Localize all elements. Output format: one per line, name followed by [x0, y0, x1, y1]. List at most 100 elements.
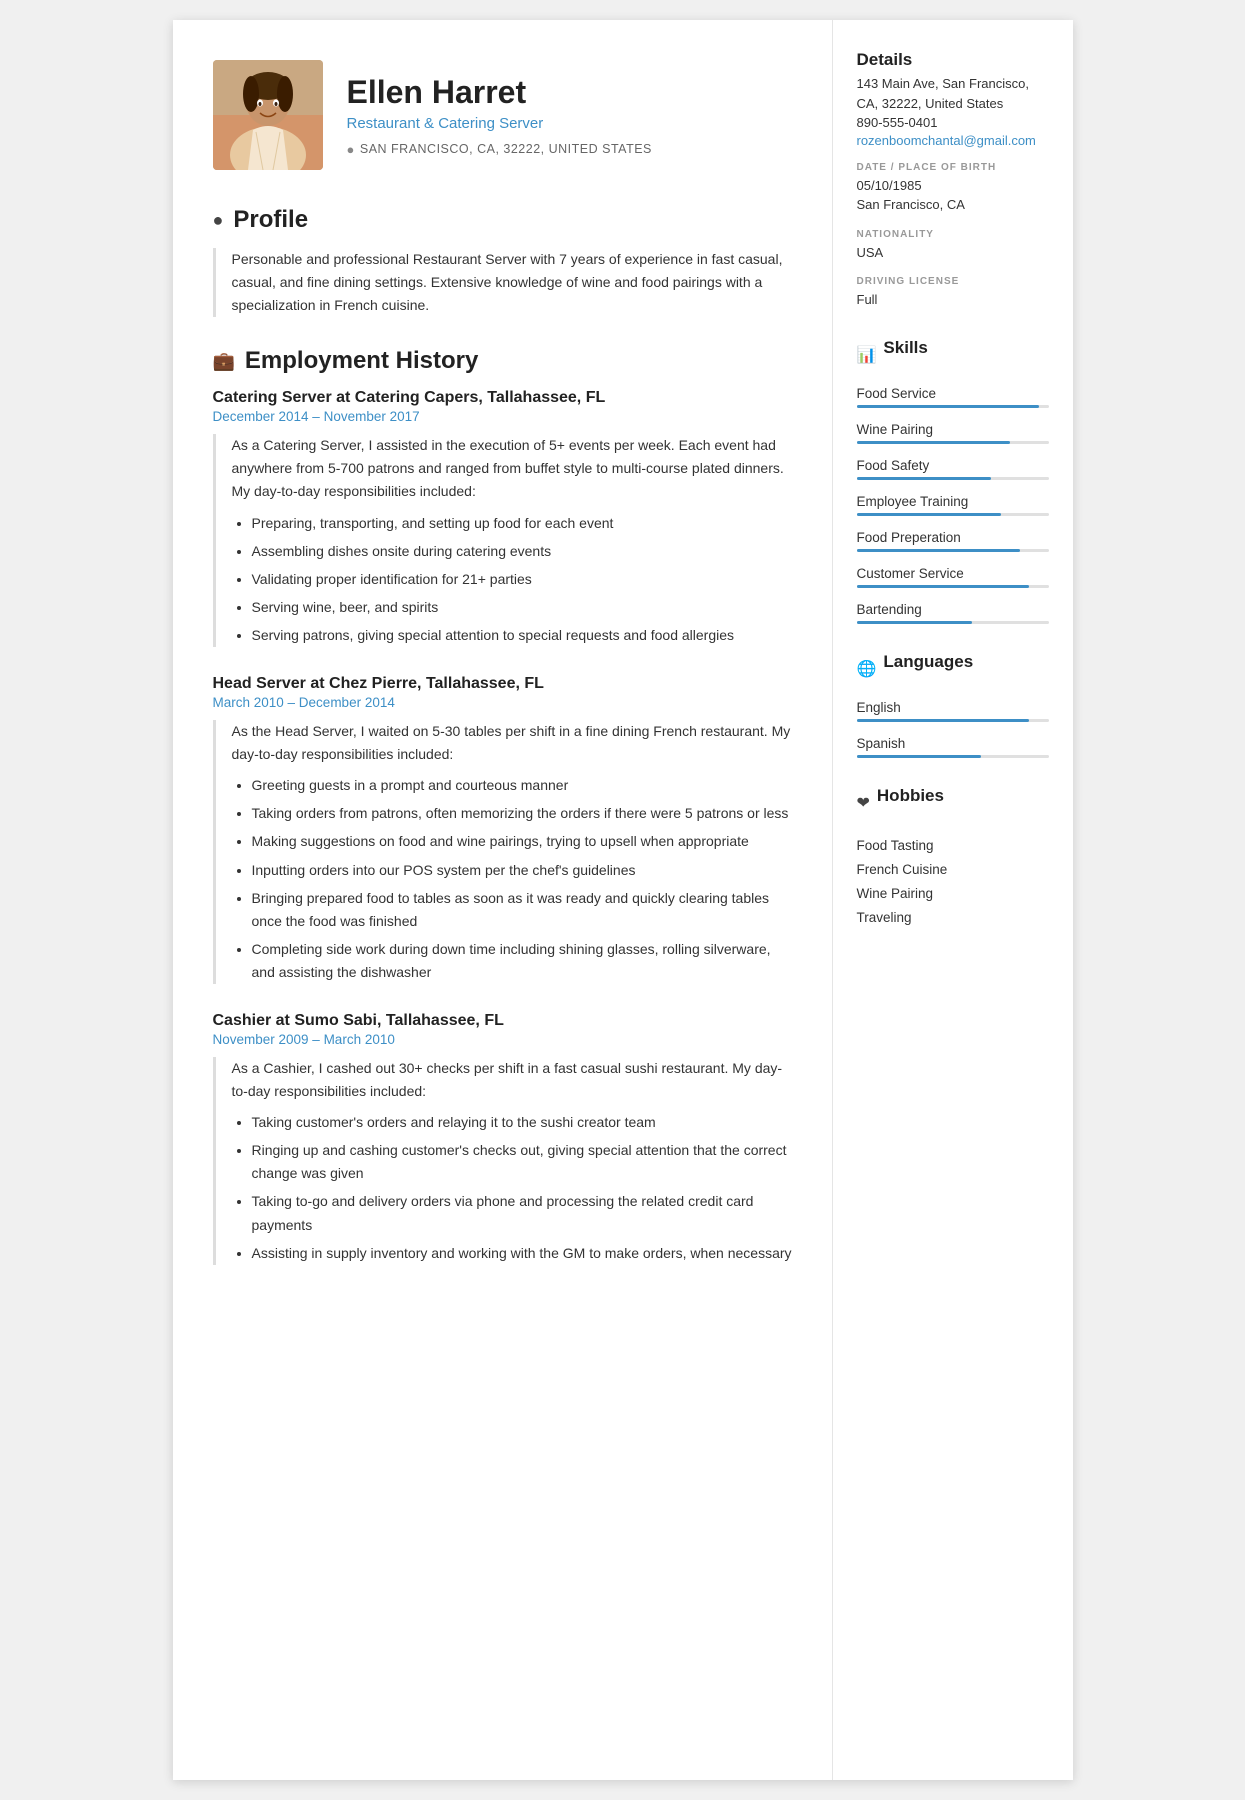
skill-name-1: Wine Pairing	[857, 422, 1049, 437]
job-bullet-2-2: Taking to-go and delivery orders via pho…	[252, 1190, 796, 1236]
skill-bar-fill-6	[857, 621, 972, 624]
job-bullet-1-3: Inputting orders into our POS system per…	[252, 859, 796, 882]
skill-item-2: Food Safety	[857, 458, 1049, 480]
job-bullet-2-1: Ringing up and cashing customer's checks…	[252, 1139, 796, 1185]
skill-bar-bg-5	[857, 585, 1049, 588]
job-intro-1: As the Head Server, I waited on 5-30 tab…	[232, 720, 796, 766]
profile-section-title: Profile	[233, 206, 308, 234]
job-description-1: As the Head Server, I waited on 5-30 tab…	[213, 720, 796, 984]
skill-bar-fill-2	[857, 477, 991, 480]
skill-name-6: Bartending	[857, 602, 1049, 617]
skill-name-4: Food Preperation	[857, 530, 1049, 545]
skill-name-5: Customer Service	[857, 566, 1049, 581]
job-item-1: Head Server at Chez Pierre, Tallahassee,…	[213, 675, 796, 984]
language-bar-fill-1	[857, 755, 982, 758]
hobby-item-3: Traveling	[857, 906, 1049, 930]
skill-item-1: Wine Pairing	[857, 422, 1049, 444]
job-intro-0: As a Catering Server, I assisted in the …	[232, 434, 796, 503]
job-description-2: As a Cashier, I cashed out 30+ checks pe…	[213, 1057, 796, 1265]
details-title: Details	[857, 50, 1049, 70]
skills-section: 📊 Skills Food Service Wine Pairing Food Sa…	[857, 338, 1049, 624]
hobbies-section-header: ❤ Hobbies	[857, 786, 1049, 820]
job-intro-2: As a Cashier, I cashed out 30+ checks pe…	[232, 1057, 796, 1103]
language-name-0: English	[857, 700, 1049, 715]
languages-section-header: 🌐 Languages	[857, 652, 1049, 686]
email-value: rozenboomchantal@gmail.com	[857, 133, 1049, 148]
dob-label: DATE / PLACE OF BIRTH	[857, 162, 1049, 173]
details-section: Details 143 Main Ave, San Francisco, CA,…	[857, 50, 1049, 310]
job-bullet-0-3: Serving wine, beer, and spirits	[252, 596, 796, 619]
job-item-2: Cashier at Sumo Sabi, Tallahassee, FL Nov…	[213, 1012, 796, 1265]
job-bullet-2-0: Taking customer's orders and relaying it…	[252, 1111, 796, 1134]
job-bullets-0: Preparing, transporting, and setting up …	[232, 512, 796, 647]
driving-label: DRIVING LICENSE	[857, 276, 1049, 287]
skill-name-2: Food Safety	[857, 458, 1049, 473]
candidate-job-title: Restaurant & Catering Server	[347, 115, 652, 132]
skills-section-header: 📊 Skills	[857, 338, 1049, 372]
header-info: Ellen Harret Restaurant & Catering Serve…	[347, 74, 652, 157]
address-value: 143 Main Ave, San Francisco, CA, 32222, …	[857, 74, 1049, 113]
hobby-item-2: Wine Pairing	[857, 882, 1049, 906]
briefcase-icon: 💼	[213, 351, 235, 372]
location-icon: ●	[347, 142, 355, 157]
employment-section: 💼 Employment History Catering Server at …	[213, 347, 796, 1264]
hobby-item-1: French Cuisine	[857, 858, 1049, 882]
languages-title: Languages	[883, 652, 973, 672]
job-title-1: Head Server at Chez Pierre, Tallahassee,…	[213, 675, 796, 693]
job-bullet-0-4: Serving patrons, giving special attentio…	[252, 624, 796, 647]
sidebar: Details 143 Main Ave, San Francisco, CA,…	[833, 20, 1073, 1780]
hobbies-section: ❤ Hobbies Food TastingFrench CuisineWine…	[857, 786, 1049, 931]
globe-icon: 🌐	[857, 659, 877, 679]
resume-container: Ellen Harret Restaurant & Catering Serve…	[173, 20, 1073, 1780]
languages-container: English Spanish	[857, 700, 1049, 758]
language-bar-fill-0	[857, 719, 1030, 722]
resume-header: Ellen Harret Restaurant & Catering Serve…	[213, 60, 796, 170]
job-bullets-2: Taking customer's orders and relaying it…	[232, 1111, 796, 1265]
skills-title: Skills	[883, 338, 927, 358]
dob-value: 05/10/1985San Francisco, CA	[857, 176, 1049, 215]
job-item-0: Catering Server at Catering Capers, Tall…	[213, 389, 796, 647]
skill-bar-fill-1	[857, 441, 1011, 444]
skill-bar-fill-5	[857, 585, 1030, 588]
skills-icon: 📊	[857, 345, 877, 365]
job-bullet-1-5: Completing side work during down time in…	[252, 938, 796, 984]
jobs-container: Catering Server at Catering Capers, Tall…	[213, 389, 796, 1264]
skill-name-3: Employee Training	[857, 494, 1049, 509]
hobbies-title: Hobbies	[877, 786, 944, 806]
candidate-location: ● SAN FRANCISCO, CA, 32222, UNITED STATE…	[347, 142, 652, 157]
heart-icon: ❤	[857, 793, 870, 813]
job-bullet-1-0: Greeting guests in a prompt and courteou…	[252, 774, 796, 797]
job-bullet-1-4: Bringing prepared food to tables as soon…	[252, 887, 796, 933]
job-bullet-1-1: Taking orders from patrons, often memori…	[252, 802, 796, 825]
nationality-label: NATIONALITY	[857, 229, 1049, 240]
job-bullet-0-0: Preparing, transporting, and setting up …	[252, 512, 796, 535]
nationality-value: USA	[857, 243, 1049, 263]
profile-section-header: ● Profile	[213, 206, 796, 234]
job-dates-2: November 2009 – March 2010	[213, 1032, 796, 1047]
skill-item-3: Employee Training	[857, 494, 1049, 516]
avatar	[213, 60, 323, 170]
employment-section-title: Employment History	[245, 347, 478, 375]
skill-bar-fill-4	[857, 549, 1020, 552]
job-dates-0: December 2014 – November 2017	[213, 409, 796, 424]
candidate-name: Ellen Harret	[347, 74, 652, 111]
job-bullet-2-3: Assisting in supply inventory and workin…	[252, 1242, 796, 1265]
languages-section: 🌐 Languages English Spanish	[857, 652, 1049, 758]
job-bullet-0-1: Assembling dishes onsite during catering…	[252, 540, 796, 563]
driving-value: Full	[857, 290, 1049, 310]
skill-bar-bg-1	[857, 441, 1049, 444]
phone-value: 890-555-0401	[857, 113, 1049, 133]
profile-section: ● Profile Personable and professional Re…	[213, 206, 796, 317]
job-bullet-1-2: Making suggestions on food and wine pair…	[252, 830, 796, 853]
language-item-0: English	[857, 700, 1049, 722]
job-dates-1: March 2010 – December 2014	[213, 695, 796, 710]
skill-item-0: Food Service	[857, 386, 1049, 408]
skills-container: Food Service Wine Pairing Food Safety Emplo…	[857, 386, 1049, 624]
language-item-1: Spanish	[857, 736, 1049, 758]
hobbies-container: Food TastingFrench CuisineWine PairingTr…	[857, 834, 1049, 931]
job-title-2: Cashier at Sumo Sabi, Tallahassee, FL	[213, 1012, 796, 1030]
language-bar-bg-1	[857, 755, 1049, 758]
language-bar-bg-0	[857, 719, 1049, 722]
main-column: Ellen Harret Restaurant & Catering Serve…	[173, 20, 833, 1780]
skill-bar-fill-0	[857, 405, 1039, 408]
